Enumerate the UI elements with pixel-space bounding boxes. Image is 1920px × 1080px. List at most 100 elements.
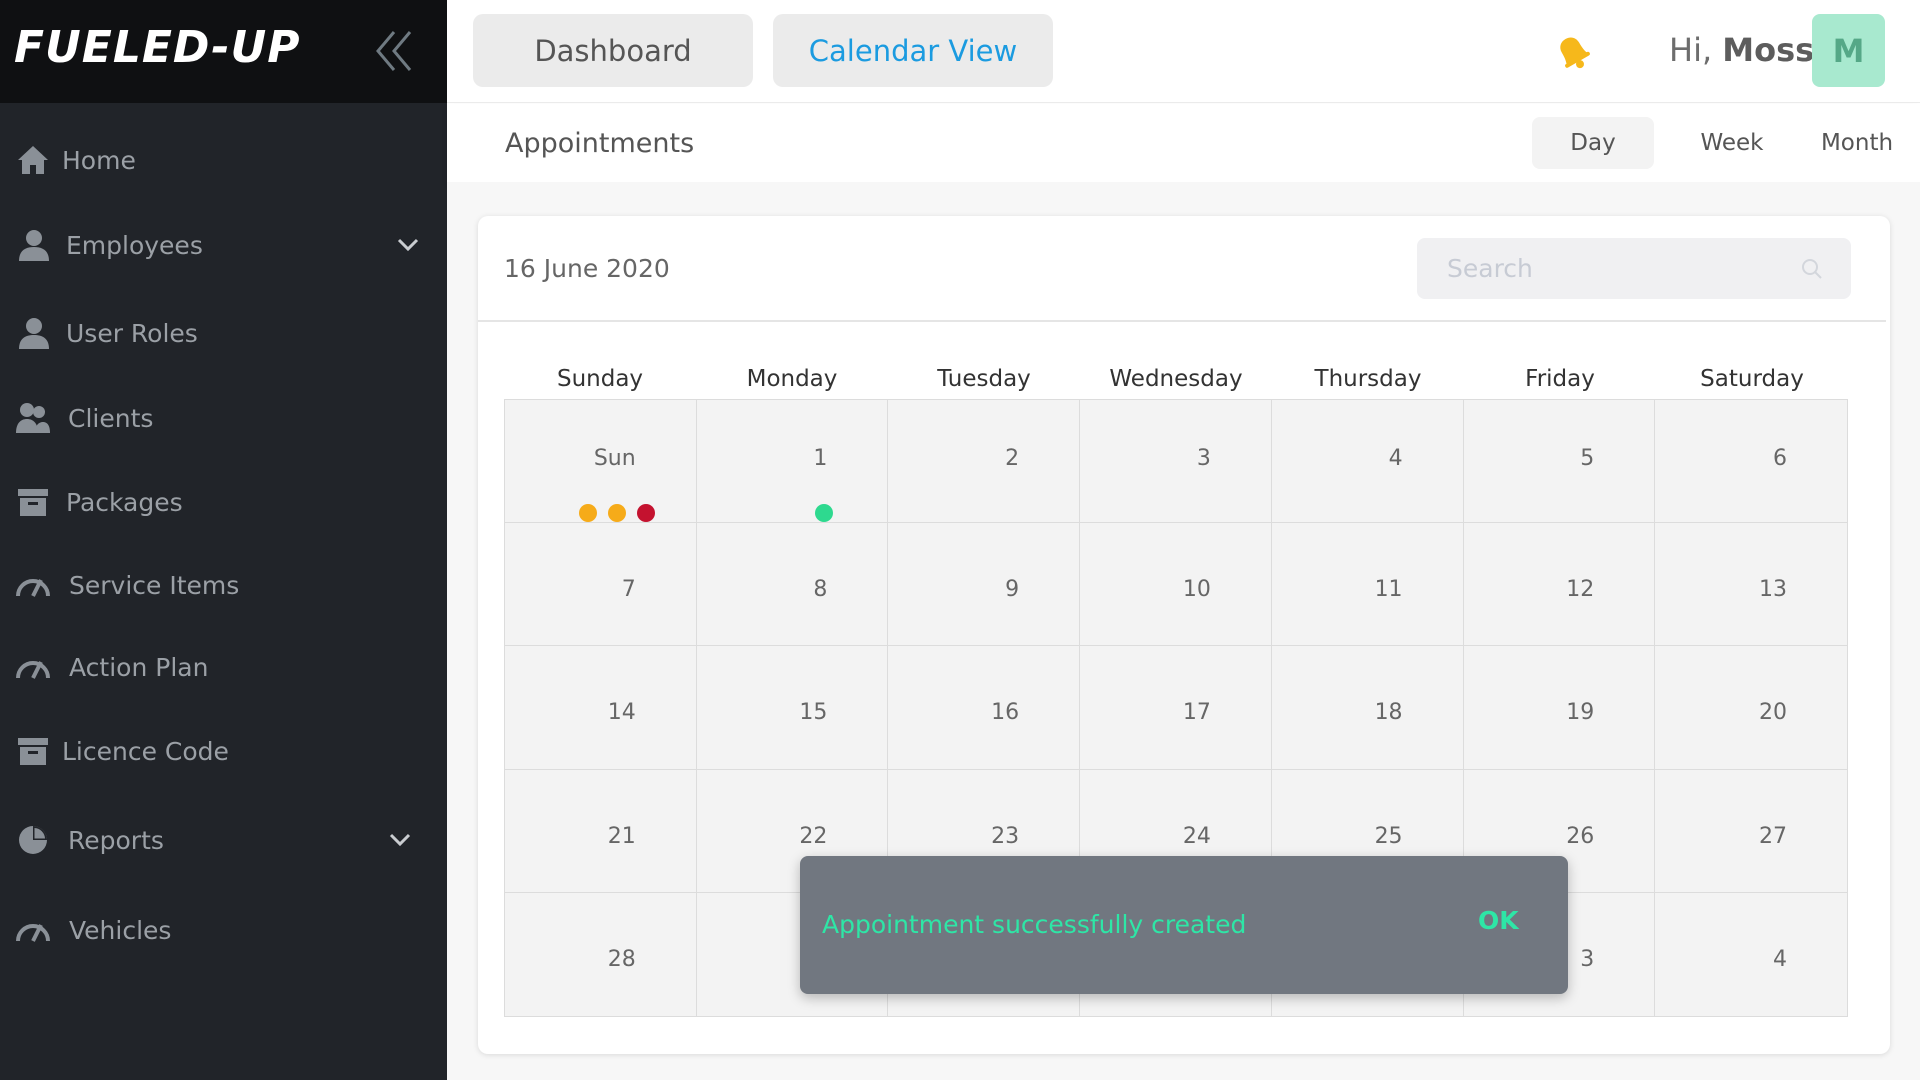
archive-icon — [14, 732, 52, 770]
appointments-header: Appointments Day Week Month — [447, 104, 1920, 182]
day-number: 15 — [799, 700, 828, 726]
calendar-day-cell[interactable]: 6 — [1655, 400, 1847, 524]
calendar-day-cell[interactable]: 14 — [505, 646, 697, 770]
day-number: 1 — [813, 446, 828, 471]
sidebar-item-action-plan[interactable]: Action Plan — [0, 632, 447, 702]
sidebar-item-label: Clients — [68, 403, 154, 433]
day-number: 11 — [1374, 577, 1403, 603]
event-indicators — [579, 504, 655, 522]
sidebar-item-home[interactable]: Home — [0, 125, 447, 195]
calendar-day-cell[interactable]: 21 — [505, 769, 697, 893]
sidebar-item-service-items[interactable]: Service Items — [0, 550, 447, 620]
sidebar-item-clients[interactable]: Clients — [0, 383, 447, 453]
day-number: 25 — [1374, 823, 1403, 849]
sidebar-item-label: Service Items — [69, 570, 240, 600]
event-dot[interactable] — [579, 504, 597, 522]
search-icon[interactable] — [1801, 258, 1823, 280]
day-number: 3 — [1580, 946, 1595, 972]
gauge-icon — [14, 911, 52, 949]
sidebar-item-licence-code[interactable]: Licence Code — [0, 716, 447, 786]
user-icon — [14, 226, 52, 264]
brand-header: FUELED-UP — [0, 0, 447, 103]
event-dot[interactable] — [608, 504, 626, 522]
sidebar-item-label: User Roles — [66, 318, 198, 348]
day-number: 6 — [1772, 446, 1787, 471]
calendar-day-cell[interactable]: 1 — [696, 400, 889, 524]
calendar-view-button[interactable]: Calendar View — [773, 14, 1053, 87]
day-number: 13 — [1758, 577, 1787, 603]
chevron-down-icon — [389, 833, 411, 847]
calendar-day-cell[interactable]: Sun — [505, 400, 697, 524]
calendar-day-cell[interactable]: 17 — [1080, 646, 1272, 770]
day-number: 20 — [1758, 700, 1787, 726]
sidebar-item-employees[interactable]: Employees — [0, 210, 447, 280]
calendar-day-cell[interactable]: 4 — [1271, 400, 1464, 524]
users-icon — [14, 399, 52, 437]
greeting-prefix: Hi, — [1669, 31, 1713, 69]
chevron-down-icon — [397, 238, 419, 252]
day-number: Sun — [593, 446, 636, 471]
top-bar: Dashboard Calendar View Hi, Moss M — [447, 0, 1920, 103]
day-number: 2 — [1005, 446, 1020, 471]
sidebar-item-label: Reports — [68, 825, 164, 855]
calendar-day-cell[interactable]: 7 — [505, 523, 697, 647]
view-day-button[interactable]: Day — [1532, 117, 1654, 169]
calendar-day-cell[interactable]: 3 — [1080, 400, 1272, 524]
search-box — [1417, 238, 1851, 299]
day-number: 10 — [1182, 577, 1211, 603]
view-week-button[interactable]: Week — [1677, 117, 1787, 169]
calendar-day-cell[interactable]: 12 — [1463, 523, 1656, 647]
day-number: 22 — [799, 823, 828, 849]
day-number: 7 — [621, 577, 636, 603]
event-dot[interactable] — [637, 504, 655, 522]
event-dot[interactable] — [814, 504, 833, 522]
bell-icon[interactable] — [1551, 30, 1595, 74]
sidebar-item-label: Action Plan — [69, 652, 209, 682]
calendar-day-cell[interactable]: 18 — [1271, 646, 1464, 770]
calendar-day-cell[interactable]: 13 — [1655, 523, 1847, 647]
calendar-day-cell[interactable]: 16 — [888, 646, 1081, 770]
day-number: 21 — [607, 823, 636, 849]
toast-message: Appointment successfully created — [822, 910, 1247, 939]
calendar-day-cell[interactable]: 9 — [888, 523, 1081, 647]
calendar-day-cell[interactable]: 27 — [1655, 770, 1847, 893]
day-number: 9 — [1005, 577, 1020, 603]
calendar-day-cell[interactable]: 20 — [1655, 646, 1847, 770]
collapse-sidebar-icon[interactable] — [370, 26, 420, 76]
day-number: 16 — [991, 700, 1020, 726]
day-number: 12 — [1566, 577, 1595, 603]
sidebar-item-label: Vehicles — [69, 915, 172, 945]
sidebar-item-label: Home — [62, 145, 136, 175]
brand-logo: FUELED-UP — [14, 22, 301, 73]
sidebar-item-vehicles[interactable]: Vehicles — [0, 895, 447, 965]
calendar-day-cell[interactable]: 4 — [1655, 893, 1847, 1016]
day-number: 28 — [607, 946, 636, 972]
day-number: 24 — [1182, 823, 1211, 849]
sidebar-item-packages[interactable]: Packages — [0, 467, 447, 537]
calendar-day-cell[interactable]: 10 — [1080, 523, 1272, 647]
day-number: 14 — [607, 700, 636, 726]
calendar-day-cell[interactable]: 28 — [505, 892, 697, 1016]
sidebar-item-reports[interactable]: Reports — [0, 805, 447, 875]
day-number: 19 — [1566, 700, 1595, 726]
calendar-day-cell[interactable]: 2 — [888, 400, 1081, 524]
day-number: 27 — [1758, 823, 1787, 849]
pie-chart-icon — [14, 821, 52, 859]
avatar[interactable]: M — [1812, 14, 1885, 87]
calendar-day-cell[interactable]: 15 — [696, 646, 889, 770]
sidebar-item-user-roles[interactable]: User Roles — [0, 298, 447, 368]
calendar-day-cell[interactable]: 19 — [1463, 646, 1656, 770]
toast-ok-button[interactable]: OK — [1478, 906, 1519, 935]
view-month-button[interactable]: Month — [1797, 117, 1917, 169]
divider — [478, 320, 1886, 322]
user-icon — [14, 314, 52, 352]
home-icon — [14, 141, 52, 179]
calendar-day-cell[interactable]: 8 — [696, 523, 889, 647]
calendar-day-cell[interactable]: 5 — [1463, 400, 1656, 524]
gauge-icon — [14, 566, 52, 604]
sidebar-item-label: Packages — [66, 487, 183, 517]
calendar-day-cell[interactable]: 11 — [1271, 523, 1464, 647]
search-input[interactable] — [1447, 238, 1787, 299]
dashboard-button[interactable]: Dashboard — [473, 14, 753, 87]
day-number: 18 — [1374, 700, 1403, 726]
